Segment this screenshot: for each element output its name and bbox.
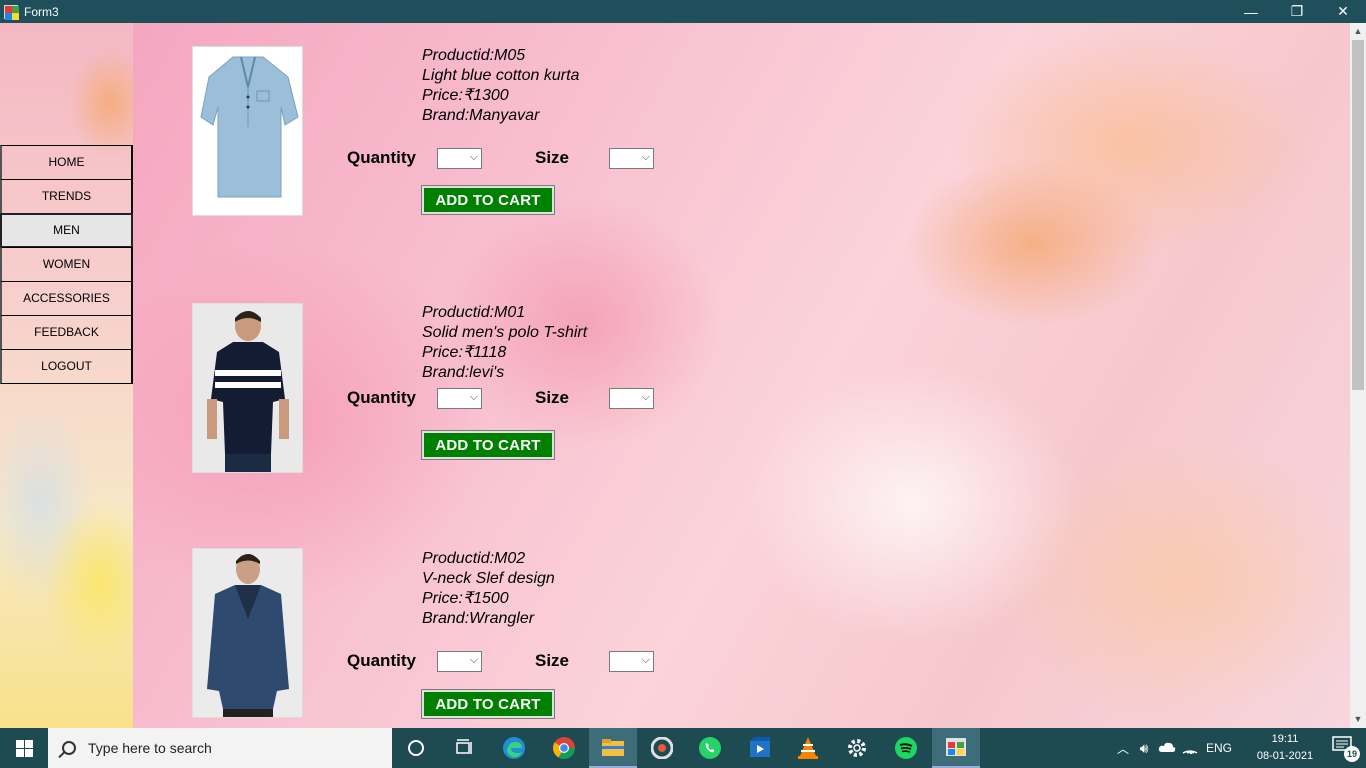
- language-indicator[interactable]: ENG: [1206, 741, 1232, 755]
- clock-date: 08-01-2021: [1256, 750, 1314, 762]
- edge-icon[interactable]: [490, 728, 538, 768]
- quantity-label: Quantity: [347, 388, 416, 407]
- size-label: Size: [535, 388, 570, 407]
- add-to-cart-button[interactable]: ADD TO CART: [421, 185, 555, 215]
- maximize-button[interactable]: ❐: [1274, 0, 1320, 23]
- vertical-scrollbar[interactable]: ▲ ▼: [1350, 23, 1366, 728]
- product-price: Price:₹1300: [422, 87, 509, 104]
- cortana-icon[interactable]: [392, 728, 440, 768]
- nav-men-button[interactable]: MEN: [0, 213, 133, 248]
- notification-count-badge: 19: [1344, 746, 1360, 762]
- nav-logout-button[interactable]: LOGOUT: [0, 349, 133, 384]
- groove-music-icon[interactable]: [638, 728, 686, 768]
- onedrive-cloud-icon[interactable]: [1156, 741, 1178, 756]
- start-button[interactable]: [0, 728, 48, 768]
- scroll-up-arrow-icon[interactable]: ▲: [1350, 23, 1366, 40]
- nav-accessories-button[interactable]: ACCESSORIES: [0, 281, 133, 316]
- size-label: Size: [535, 148, 570, 167]
- taskbar: Type here to search ︿ 🔊︎ ENG 19:11 08-01…: [0, 728, 1366, 768]
- quantity-label: Quantity: [347, 148, 416, 167]
- product-name: Light blue cotton kurta: [422, 67, 580, 84]
- product-info: Productid:M02 V-neck Slef design Price:₹…: [422, 549, 555, 629]
- quantity-dropdown[interactable]: ⌵: [437, 148, 482, 169]
- volume-icon[interactable]: 🔊︎: [1132, 740, 1156, 757]
- nav-women-button[interactable]: WOMEN: [0, 247, 133, 282]
- chevron-down-icon: ⌵: [641, 391, 650, 403]
- app-icon: [4, 4, 19, 20]
- quantity-label: Quantity: [347, 651, 416, 670]
- show-hidden-icons-chevron-icon[interactable]: ︿: [1114, 740, 1132, 757]
- task-view-icon[interactable]: [440, 728, 488, 768]
- product-image-polo: [192, 303, 303, 473]
- product-brand: Brand:Wrangler: [422, 610, 535, 627]
- quantity-dropdown[interactable]: ⌵: [437, 388, 482, 409]
- settings-icon[interactable]: [833, 728, 881, 768]
- main-content: [133, 23, 1350, 728]
- chevron-down-icon: ⌵: [641, 654, 650, 666]
- product-image-sweater: [192, 548, 303, 718]
- search-icon: [62, 741, 76, 755]
- product-info: Productid:M01 Solid men's polo T-shirt P…: [422, 303, 587, 383]
- size-dropdown[interactable]: ⌵: [609, 148, 654, 169]
- minimize-button[interactable]: —: [1228, 0, 1274, 23]
- product-id: Productid:M01: [422, 304, 526, 321]
- nav-home-button[interactable]: HOME: [0, 145, 133, 180]
- chevron-down-icon: ⌵: [469, 391, 478, 403]
- chevron-down-icon: ⌵: [469, 151, 478, 163]
- quantity-dropdown[interactable]: ⌵: [437, 651, 482, 672]
- chrome-icon[interactable]: [540, 728, 588, 768]
- product-name: Solid men's polo T-shirt: [422, 324, 588, 341]
- action-center-icon[interactable]: 19: [1332, 736, 1360, 762]
- clock-time: 19:11: [1271, 733, 1299, 745]
- system-tray: ︿ 🔊︎ ENG: [1114, 728, 1232, 768]
- product-name: V-neck Slef design: [422, 570, 555, 587]
- add-to-cart-button[interactable]: ADD TO CART: [421, 689, 555, 719]
- spotify-icon[interactable]: [882, 728, 930, 768]
- windows-logo-icon: [15, 739, 33, 757]
- wifi-icon[interactable]: [1178, 740, 1202, 757]
- file-explorer-icon[interactable]: [589, 728, 637, 768]
- window-controls: — ❐ ✕: [1228, 0, 1366, 23]
- product-id: Productid:M02: [422, 550, 526, 567]
- form-app-icon[interactable]: [932, 728, 980, 768]
- size-label: Size: [535, 651, 570, 670]
- scroll-down-arrow-icon[interactable]: ▼: [1350, 711, 1366, 728]
- close-button[interactable]: ✕: [1320, 0, 1366, 23]
- add-to-cart-button[interactable]: ADD TO CART: [421, 430, 555, 460]
- nav-feedback-button[interactable]: FEEDBACK: [0, 315, 133, 350]
- scroll-thumb[interactable]: [1352, 40, 1364, 390]
- taskbar-search-box[interactable]: Type here to search: [48, 728, 392, 768]
- sidebar: HOME TRENDS MEN WOMEN ACCESSORIES FEEDBA…: [0, 23, 133, 728]
- product-price: Price:₹1118: [422, 344, 507, 361]
- nav-menu: HOME TRENDS MEN WOMEN ACCESSORIES FEEDBA…: [0, 145, 133, 384]
- product-price: Price:₹1500: [422, 590, 509, 607]
- search-placeholder: Type here to search: [88, 740, 212, 756]
- product-id: Productid:M05: [422, 47, 526, 64]
- sidebar-header: [0, 23, 133, 146]
- size-dropdown[interactable]: ⌵: [609, 651, 654, 672]
- taskbar-clock[interactable]: 19:11 08-01-2021: [1250, 731, 1320, 765]
- vlc-icon[interactable]: [784, 728, 832, 768]
- product-info: Productid:M05 Light blue cotton kurta Pr…: [422, 46, 579, 126]
- whatsapp-icon[interactable]: [686, 728, 734, 768]
- product-image-kurta: [192, 46, 303, 216]
- chevron-down-icon: ⌵: [641, 151, 650, 163]
- nav-trends-button[interactable]: TRENDS: [0, 179, 133, 214]
- size-dropdown[interactable]: ⌵: [609, 388, 654, 409]
- movies-tv-icon[interactable]: [736, 728, 784, 768]
- title-bar: Form3 — ❐ ✕: [0, 0, 1366, 23]
- chevron-down-icon: ⌵: [469, 654, 478, 666]
- product-brand: Brand:Manyavar: [422, 107, 540, 124]
- window-title: Form3: [24, 4, 59, 19]
- product-brand: Brand:levi's: [422, 364, 505, 381]
